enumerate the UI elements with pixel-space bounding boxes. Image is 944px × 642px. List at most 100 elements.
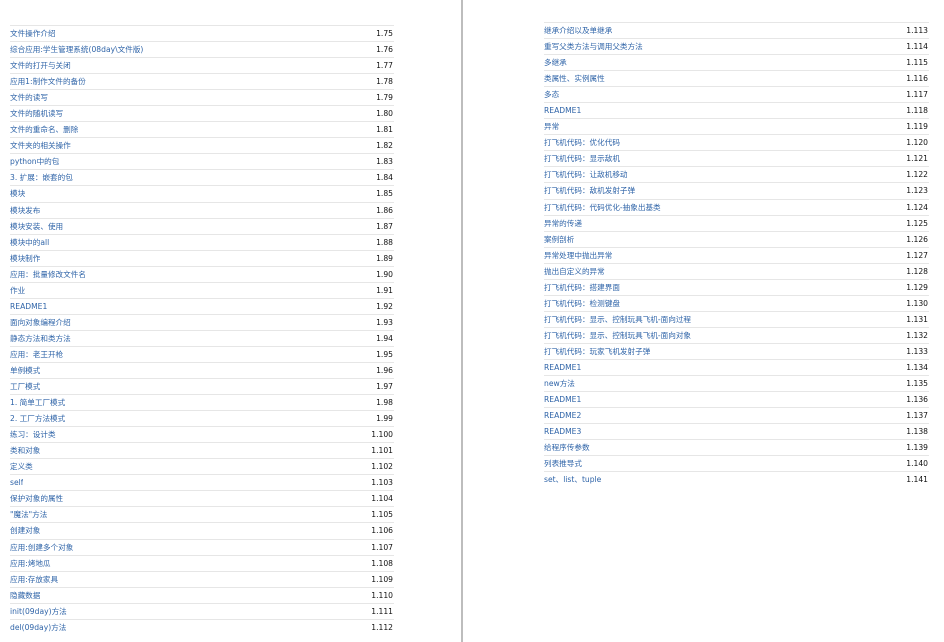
toc-entry-title[interactable]: 模块 [10,188,25,199]
toc-entry-title[interactable]: 打飞机代码：显示敌机 [544,153,620,164]
toc-entry-title[interactable]: 应用:创建多个对象 [10,542,73,553]
toc-entry[interactable]: 应用：批量修改文件名 1.90 [10,265,394,282]
toc-entry[interactable]: README1 1.118 [544,102,929,118]
toc-entry[interactable]: 打飞机代码：敌机发射子弹 1.123 [544,182,929,198]
toc-entry-title[interactable]: 面向对象编程介绍 [10,317,71,328]
toc-entry-title[interactable]: 练习：设计类 [10,429,56,440]
toc-entry-title[interactable]: 综合应用:学生管理系统(08day\文件版) [10,44,143,55]
toc-entry-title[interactable]: 文件的随机读写 [10,108,63,119]
toc-entry[interactable]: 异常处理中抛出异常 1.127 [544,246,929,263]
toc-entry-title[interactable]: 打飞机代码：优化代码 [544,137,620,148]
toc-entry[interactable]: 应用：老王开枪 1.95 [10,345,394,362]
toc-entry-title[interactable]: 文件的打开与关闭 [10,60,71,71]
toc-entry-title[interactable]: del(09day)方法 [10,622,66,633]
toc-entry-title[interactable]: 类和对象 [10,445,40,456]
toc-entry-title[interactable]: 模块制作 [10,253,40,264]
toc-entry[interactable]: 应用:存放家具 1.109 [10,570,394,587]
toc-entry[interactable]: 类和对象 1.101 [10,442,394,458]
toc-entry-title[interactable]: README1 [544,363,581,372]
toc-entry[interactable]: 1. 简单工厂模式 1.98 [10,394,394,410]
toc-entry[interactable]: 文件的读写 1.79 [10,89,394,105]
toc-entry[interactable]: 类属性、实例属性 1.116 [544,70,929,86]
toc-entry-title[interactable]: 工厂模式 [10,381,40,392]
toc-entry-title[interactable]: set、list、tuple [544,474,601,485]
toc-entry[interactable]: 隐藏数据 1.110 [10,586,394,603]
toc-entry[interactable]: 作业 1.91 [10,281,394,298]
toc-entry-title[interactable]: 打飞机代码：显示、控制玩具飞机-面向过程 [544,314,691,325]
toc-entry-title[interactable]: 1. 简单工厂模式 [10,397,65,408]
toc-entry-title[interactable]: "魔法"方法 [10,509,47,520]
toc-entry[interactable]: new方法 1.135 [544,375,929,391]
toc-entry-title[interactable]: README3 [544,427,581,436]
toc-entry-title[interactable]: 应用:烤地瓜 [10,558,51,569]
toc-entry-title[interactable]: 文件操作介绍 [10,28,56,39]
toc-entry[interactable]: 2. 工厂方法模式 1.99 [10,410,394,426]
toc-entry[interactable]: 文件的重命名、删除 1.81 [10,121,394,137]
toc-entry[interactable]: 异常 1.119 [544,118,929,134]
toc-entry-title[interactable]: 异常的传递 [544,218,582,229]
toc-entry[interactable]: README1 1.92 [10,297,394,314]
toc-entry[interactable]: README1 1.134 [544,358,929,375]
toc-entry-title[interactable]: 模块中的all [10,237,49,248]
toc-entry[interactable]: 模块中的all 1.88 [10,233,394,250]
toc-entry[interactable]: 静态方法和类方法 1.94 [10,329,394,346]
toc-entry-title[interactable]: 多态 [544,89,559,100]
toc-entry[interactable]: self 1.103 [10,474,394,490]
toc-entry[interactable]: 模块安装、使用 1.87 [10,217,394,234]
toc-entry[interactable]: 面向对象编程介绍 1.93 [10,313,394,330]
toc-entry-title[interactable]: 创建对象 [10,525,40,536]
toc-entry[interactable]: README2 1.137 [544,407,929,423]
toc-entry[interactable]: 创建对象 1.106 [10,522,394,538]
toc-entry[interactable]: 模块制作 1.89 [10,249,394,266]
toc-entry-title[interactable]: 案例剖析 [544,234,574,245]
toc-entry[interactable]: 案例剖析 1.126 [544,230,929,247]
toc-entry-title[interactable]: 定义类 [10,461,33,472]
toc-entry-title[interactable]: python中的包 [10,156,59,167]
toc-entry-title[interactable]: README1 [544,106,581,115]
toc-entry[interactable]: 应用:烤地瓜 1.108 [10,554,394,571]
toc-entry-title[interactable]: 文件夹的相关操作 [10,140,71,151]
toc-entry[interactable]: 定义类 1.102 [10,458,394,474]
toc-entry[interactable]: 异常的传递 1.125 [544,214,929,231]
toc-entry-title[interactable]: 应用1:制作文件的备份 [10,76,86,87]
toc-entry[interactable]: 打飞机代码：检测键盘 1.130 [544,294,929,311]
toc-entry-title[interactable]: init(09day)方法 [10,606,67,617]
toc-entry-title[interactable]: 作业 [10,285,25,296]
toc-entry[interactable]: 工厂模式 1.97 [10,378,394,394]
toc-entry-title[interactable]: 打飞机代码：搭建界面 [544,282,620,293]
toc-entry-title[interactable]: 保护对象的属性 [10,493,63,504]
toc-entry[interactable]: 练习：设计类 1.100 [10,426,394,442]
toc-entry[interactable]: "魔法"方法 1.105 [10,506,394,522]
toc-entry[interactable]: 列表推导式 1.140 [544,455,929,471]
toc-entry-title[interactable]: 抛出自定义的异常 [544,266,605,277]
toc-entry-title[interactable]: 3. 扩展：嵌套的包 [10,172,73,183]
toc-entry[interactable]: 文件夹的相关操作 1.82 [10,137,394,153]
toc-entry[interactable]: python中的包 1.83 [10,153,394,169]
toc-entry-title[interactable]: 继承介绍以及单继承 [544,25,612,36]
toc-entry-title[interactable]: 打飞机代码：让敌机移动 [544,169,628,180]
toc-entry-title[interactable]: 重写父类方法与调用父类方法 [544,41,643,52]
toc-entry[interactable]: 打飞机代码：搭建界面 1.129 [544,278,929,295]
toc-entry[interactable]: 打飞机代码：显示敌机 1.121 [544,150,929,166]
toc-entry-title[interactable]: 应用：老王开枪 [10,349,63,360]
toc-entry-title[interactable]: 单例模式 [10,365,40,376]
toc-entry[interactable]: 文件的打开与关闭 1.77 [10,57,394,73]
toc-entry-title[interactable]: new方法 [544,378,575,389]
toc-entry-title[interactable]: 异常处理中抛出异常 [544,250,612,261]
toc-entry[interactable]: init(09day)方法 1.111 [10,602,394,619]
toc-entry[interactable]: set、list、tuple 1.141 [544,471,929,487]
toc-entry-title[interactable]: self [10,478,23,487]
toc-entry[interactable]: 打飞机代码：优化代码 1.120 [544,134,929,150]
toc-entry[interactable]: 应用:创建多个对象 1.107 [10,538,394,555]
toc-entry[interactable]: README3 1.138 [544,423,929,439]
toc-entry[interactable]: README1 1.136 [544,391,929,407]
toc-entry-title[interactable]: 文件的读写 [10,92,48,103]
toc-entry[interactable]: 综合应用:学生管理系统(08day\文件版) 1.76 [10,41,394,57]
toc-entry[interactable]: 抛出自定义的异常 1.128 [544,262,929,279]
toc-entry[interactable]: 文件的随机读写 1.80 [10,105,394,121]
toc-entry[interactable]: 多态 1.117 [544,86,929,102]
toc-entry-title[interactable]: 多继承 [544,57,567,68]
toc-entry[interactable]: 模块 1.85 [10,185,394,201]
toc-entry-title[interactable]: README1 [544,395,581,404]
toc-entry[interactable]: 重写父类方法与调用父类方法 1.114 [544,38,929,54]
